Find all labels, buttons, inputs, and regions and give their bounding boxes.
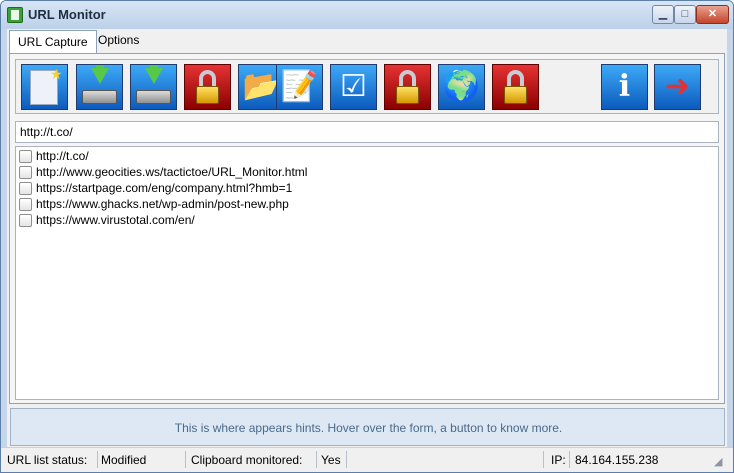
client-area: URL Capture Options ★ 📂 📝 ☑ 🌍 i ➜ http:/…: [7, 29, 727, 471]
tab-options[interactable]: Options: [90, 29, 147, 51]
url-capture-panel: ★ 📂 📝 ☑ 🌍 i ➜ http://t.co/ http://t.co/ …: [9, 53, 725, 404]
about-button[interactable]: i: [601, 64, 648, 110]
toolbar: ★ 📂 📝 ☑ 🌍 i ➜: [15, 59, 719, 114]
url-text: http://www.geocities.ws/tactictoe/URL_Mo…: [36, 165, 308, 179]
status-bar: URL list status: Modified Clipboard moni…: [1, 447, 733, 472]
url-checkbox[interactable]: [19, 150, 32, 163]
exit-door-icon: ➜: [664, 70, 691, 103]
browse-button[interactable]: 🌍: [438, 64, 485, 110]
hint-text: This is where appears hints. Hover over …: [174, 421, 563, 435]
app-icon: [7, 7, 23, 23]
lock-icon: [396, 86, 419, 104]
checklist-button[interactable]: ☑: [330, 64, 377, 110]
lock-icon: [504, 86, 527, 104]
drive-icon: [136, 90, 171, 104]
status-separator: [97, 451, 98, 468]
url-input[interactable]: http://t.co/: [15, 121, 719, 143]
url-text: https://www.virustotal.com/en/: [36, 213, 195, 227]
resize-grip-icon[interactable]: ◢: [714, 455, 722, 468]
url-list[interactable]: http://t.co/ http://www.geocities.ws/tac…: [15, 146, 719, 400]
export-button[interactable]: [130, 64, 177, 110]
status-separator: [569, 451, 570, 468]
new-list-button[interactable]: ★: [21, 64, 68, 110]
clipboard-status-value: Yes: [321, 453, 341, 467]
status-separator: [316, 451, 317, 468]
star-icon: ★: [50, 66, 63, 82]
lock-button-3[interactable]: [492, 64, 539, 110]
drive-icon: [82, 90, 117, 104]
status-separator: [346, 451, 347, 468]
ip-value: 84.164.155.238: [575, 453, 659, 467]
maximize-button[interactable]: □: [674, 5, 696, 24]
checklist-icon: ☑: [340, 70, 367, 103]
notepad-pen-icon: 📝: [280, 70, 319, 103]
clipboard-status-label: Clipboard monitored:: [191, 453, 303, 467]
exit-button[interactable]: ➜: [654, 64, 701, 110]
globe-icon: 🌍: [442, 70, 481, 103]
url-checkbox[interactable]: [19, 214, 32, 227]
app-window: URL Monitor ▁ □ ✕ URL Capture Options ★: [0, 0, 734, 473]
info-icon: i: [618, 69, 631, 104]
url-checkbox[interactable]: [19, 166, 32, 179]
minimize-button[interactable]: ▁: [652, 5, 674, 24]
url-text: https://www.ghacks.net/wp-admin/post-new…: [36, 197, 289, 211]
url-list-status-value: Modified: [101, 453, 147, 467]
title-bar[interactable]: URL Monitor ▁ □ ✕: [1, 1, 733, 29]
url-text: https://startpage.com/eng/company.html?h…: [36, 181, 293, 195]
close-button[interactable]: ✕: [696, 5, 729, 24]
url-list-status-label: URL list status:: [7, 453, 88, 467]
ip-label: IP:: [551, 453, 566, 467]
url-text: http://t.co/: [36, 149, 89, 163]
lock-icon: [196, 86, 219, 104]
url-checkbox[interactable]: [19, 198, 32, 211]
window-title: URL Monitor: [28, 7, 106, 22]
hint-panel: This is where appears hints. Hover over …: [10, 408, 725, 446]
status-separator: [185, 451, 186, 468]
status-separator: [543, 451, 544, 468]
lock-button-1[interactable]: [184, 64, 231, 110]
download-arrow-icon: [145, 68, 163, 84]
download-arrow-icon: [91, 68, 109, 84]
url-checkbox[interactable]: [19, 182, 32, 195]
tab-url-capture[interactable]: URL Capture: [9, 30, 97, 54]
lock-button-2[interactable]: [384, 64, 431, 110]
edit-button[interactable]: 📝: [276, 64, 323, 110]
import-button[interactable]: [76, 64, 123, 110]
